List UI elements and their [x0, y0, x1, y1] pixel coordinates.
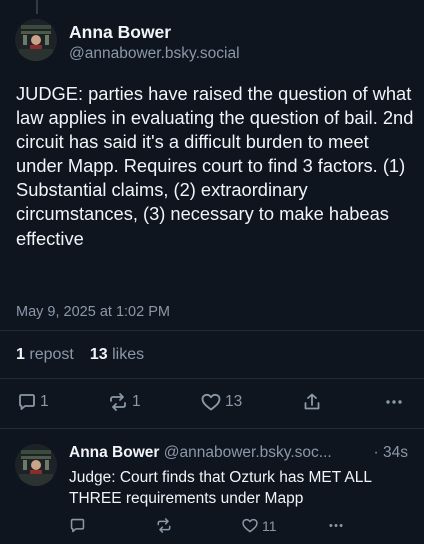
- like-count: 13: [225, 393, 243, 410]
- repost-count: 1: [132, 393, 141, 410]
- divider: [0, 428, 424, 429]
- reposts-stat[interactable]: 1 repost: [16, 346, 74, 364]
- reply-reply-button[interactable]: [69, 517, 86, 534]
- post-stats: 1 repost 13 likes: [16, 346, 144, 364]
- avatar-image: [15, 19, 57, 61]
- repost-button[interactable]: 1: [107, 392, 141, 412]
- reposts-count: 1: [16, 346, 25, 363]
- heart-icon: [201, 393, 221, 411]
- reply-like-count: 11: [262, 517, 277, 534]
- more-options-button[interactable]: [384, 392, 404, 412]
- thread-view: Anna Bower @annabower.bsky.social JUDGE:…: [0, 0, 424, 544]
- reply-more-options-button[interactable]: [327, 517, 345, 534]
- reply-button[interactable]: 1: [17, 392, 49, 412]
- share-icon: [304, 393, 320, 410]
- likes-count: 13: [89, 346, 108, 363]
- post-timestamp: May 9, 2025 at 1:02 PM: [16, 304, 170, 320]
- author-name[interactable]: Anna Bower: [69, 22, 171, 43]
- reposts-label: repost: [29, 346, 74, 363]
- divider: [0, 330, 424, 331]
- heart-icon: [242, 518, 258, 533]
- divider: [0, 378, 424, 379]
- speech-bubble-icon: [19, 394, 35, 410]
- like-button[interactable]: 13: [200, 392, 242, 412]
- reply-author-handle[interactable]: @annabower.bsky.soc...: [164, 444, 332, 461]
- share-button[interactable]: [302, 392, 322, 412]
- likes-stat[interactable]: 13 likes: [90, 346, 144, 364]
- avatar[interactable]: [15, 19, 57, 61]
- post-actions: 1 1 13: [0, 392, 424, 414]
- avatar-image: [15, 444, 57, 486]
- reply-repost-button[interactable]: [155, 517, 173, 534]
- author-handle[interactable]: @annabower.bsky.social: [69, 45, 240, 63]
- thread-connector-line: [36, 0, 38, 14]
- reply-count: 1: [40, 393, 49, 410]
- ellipsis-icon: [329, 524, 343, 527]
- reply-author-name[interactable]: Anna Bower: [69, 444, 159, 461]
- reply-text: Judge: Court finds that Ozturk has MET A…: [69, 469, 372, 507]
- reply-avatar[interactable]: [15, 444, 57, 486]
- speech-bubble-icon: [70, 518, 85, 533]
- repost-arrows-icon: [110, 393, 126, 411]
- likes-label: likes: [112, 346, 145, 363]
- reply-time: · 34s: [373, 444, 408, 461]
- post-text: JUDGE: parties have raised the question …: [16, 83, 414, 249]
- repost-arrows-icon: [157, 518, 171, 533]
- ellipsis-icon: [386, 400, 402, 404]
- reply-header: Anna Bower @annabower.bsky.soc... · 34s: [69, 444, 414, 462]
- reply-actions: 11: [0, 517, 424, 537]
- reply-like-button[interactable]: 11: [241, 517, 277, 534]
